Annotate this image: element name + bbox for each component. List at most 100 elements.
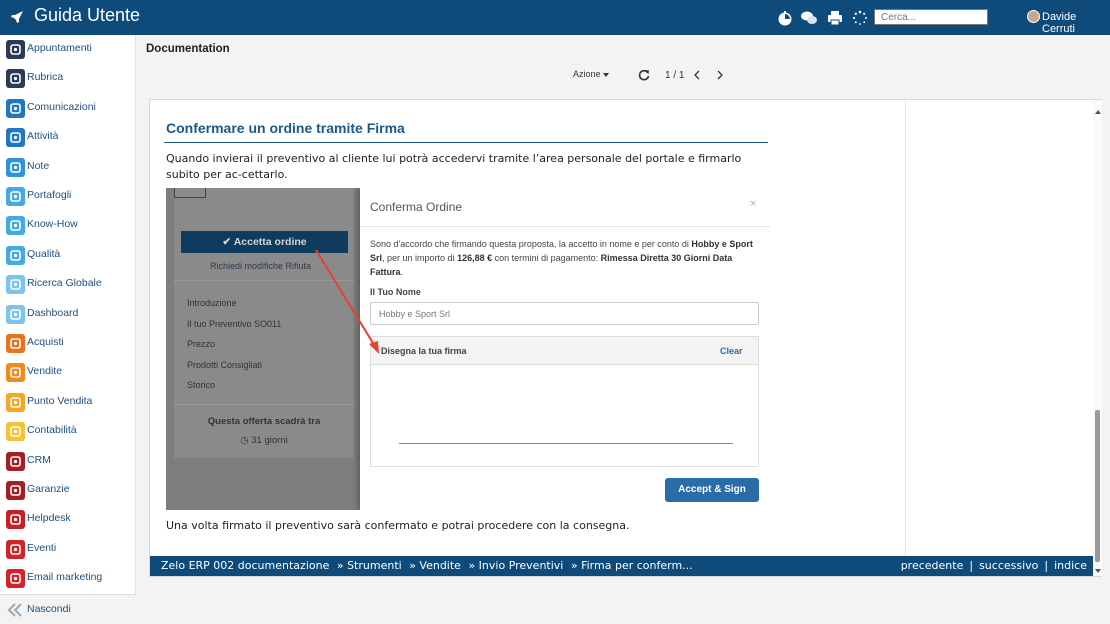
pos-icon [6,392,25,412]
refresh-icon[interactable] [638,69,650,81]
sidebar-item-label: Vendite [27,365,63,378]
previous-link[interactable]: precedente [901,559,964,572]
action-dropdown[interactable]: Azione [573,69,609,79]
bulb-icon [6,216,25,236]
caret-down-icon [602,72,609,77]
search-input[interactable] [874,9,988,25]
doc-screenshot: ✔ Accetta ordine Richiedi modifiche Rifi… [166,188,770,510]
modal-agreement-text: Sono d'accordo che firmando questa propo… [370,237,754,279]
sidebar-item-helpdesk[interactable]: Helpdesk [0,505,136,534]
request-changes-links: Richiedi modifiche Rifiuta [210,261,312,271]
index-link[interactable]: indice [1054,559,1087,572]
vertical-scrollbar[interactable] [1093,100,1102,576]
app-title: Guida Utente [34,5,141,25]
scroll-down-icon[interactable] [1095,569,1101,573]
sidebar-item-acquisti[interactable]: Acquisti [0,329,136,358]
scrollbar-thumb[interactable] [1095,410,1100,562]
sidebar-item-contabilit-[interactable]: Contabilità [0,417,136,446]
portal-tag [174,188,206,198]
chevron-left-icon[interactable] [693,70,701,80]
next-link[interactable]: successivo [979,559,1038,572]
pager-indicator: 1 / 1 [665,70,685,81]
name-label: Il Tuo Nome [370,287,421,297]
agreement-text-part: . [400,267,404,277]
sidebar-item-garanzie[interactable]: Garanzie [0,476,136,505]
sidebar-item-email-marketing[interactable]: Email marketing [0,564,136,593]
wallet-icon [6,187,25,206]
offer-expiry-text: Questa offerta scadrà tra [207,416,321,427]
divider [174,404,354,405]
email-icon [6,569,25,589]
sidebar-item-label: Rubrica [27,71,64,84]
documentation-panel: Confermare un ordine tramite Firma Quand… [149,99,1102,577]
page-title: Documentation [146,43,230,55]
signature-line [399,443,733,444]
breadcrumb-item[interactable]: Zelo ERP 002 documentazione [161,559,329,572]
confirm-order-modal-preview: Conferma Ordine × Sono d'accordo che fir… [360,188,770,510]
accept-sign-button-preview: Accept & Sign [665,478,759,502]
signature-box: Disegna la tua firma Clear [370,336,759,467]
offer-days: ◷ 31 giorni [174,435,354,446]
sidebar-collapse-label: Nascondi [27,603,71,615]
cart-icon [6,334,25,353]
check-icon [6,128,25,148]
doc-heading: Confermare un ordine tramite Firma [166,120,405,136]
address-book-icon [6,69,25,89]
avatar[interactable] [1027,10,1040,23]
rocket-icon[interactable] [10,10,24,24]
sidebar-item-dashboard[interactable]: Dashboard [0,300,136,329]
sidebar-item-label: Dashboard [27,306,79,319]
sidebar: Appuntamenti Rubrica Comunicazioni Attività… [0,35,136,624]
sidebar-item-label: Garanzie [27,483,70,495]
sidebar-item-label: CRM [27,453,51,466]
agreement-text-part: Sono d'accordo che firmando questa propo… [370,239,692,249]
sidebar-item-eventi[interactable]: Eventi [0,535,136,564]
sidebar-item-label: Acquisti [27,336,64,348]
sidebar-item-label: Appuntamenti [27,42,92,54]
user-name[interactable]: Davide Cerruti [1042,11,1110,35]
separator: | [969,559,974,572]
sidebar-item-label: Email marketing [27,571,103,584]
sidebar-item-attivit-[interactable]: Attività [0,123,136,152]
doc-navigation-bar: Zelo ERP 002 documentazione » Strumenti … [150,556,1093,576]
sidebar-item-vendite[interactable]: Vendite [0,358,136,387]
sidebar-item-portafogli[interactable]: Portafogli [0,182,136,211]
portal-menu-item: Storico [187,380,216,390]
modal-divider [360,226,770,227]
sidebar-item-rubrica[interactable]: Rubrica [0,64,136,93]
clear-signature-link: Clear [720,346,743,356]
calculator-icon [6,422,25,442]
divider [174,280,354,281]
chat-icon[interactable] [800,9,818,27]
sidebar-collapse-button[interactable]: Nascondi [0,594,136,624]
heading-divider [164,142,768,143]
double-chevron-left-icon [7,603,22,617]
sidebar-item-ricerca-globale[interactable]: Ricerca Globale [0,270,136,299]
sidebar-item-qualit-[interactable]: Qualità [0,241,136,270]
search-icon [6,275,25,295]
breadcrumb-item[interactable]: » Invio Preventivi [468,559,563,572]
breadcrumb-item[interactable]: » Strumenti [337,559,402,572]
doc-content: Confermare un ordine tramite Firma Quand… [150,100,906,556]
sidebar-item-comunicazioni[interactable]: Comunicazioni [0,94,136,123]
print-icon[interactable] [826,9,844,27]
doc-paragraph-outro: Una volta firmato il preventivo sarà con… [166,519,630,532]
signature-label: Disegna la tua firma [381,346,467,356]
note-icon [6,157,25,177]
sidebar-item-crm[interactable]: CRM [0,447,136,476]
sidebar-item-appuntamenti[interactable]: Appuntamenti [0,35,136,64]
sidebar-item-know-how[interactable]: Know-How [0,211,136,240]
timer-icon[interactable] [776,9,794,27]
sidebar-item-punto-vendita[interactable]: Punto Vendita [0,388,136,417]
name-field-preview: Hobby e Sport Srl [370,302,759,325]
breadcrumb: Zelo ERP 002 documentazione » Strumenti … [161,559,693,572]
check-circle-icon: ✔ [222,236,234,248]
scroll-up-icon[interactable] [1095,110,1101,114]
sidebar-item-note[interactable]: Note [0,153,136,182]
sidebar-item-label: Portafogli [27,189,72,201]
separator: | [1044,559,1049,572]
breadcrumb-item[interactable]: » Vendite [409,559,461,572]
chevron-right-icon[interactable] [716,70,724,80]
accept-order-button-preview: ✔ Accetta ordine [181,231,348,253]
agreement-text-part: con termini di pagamento: [492,253,601,263]
